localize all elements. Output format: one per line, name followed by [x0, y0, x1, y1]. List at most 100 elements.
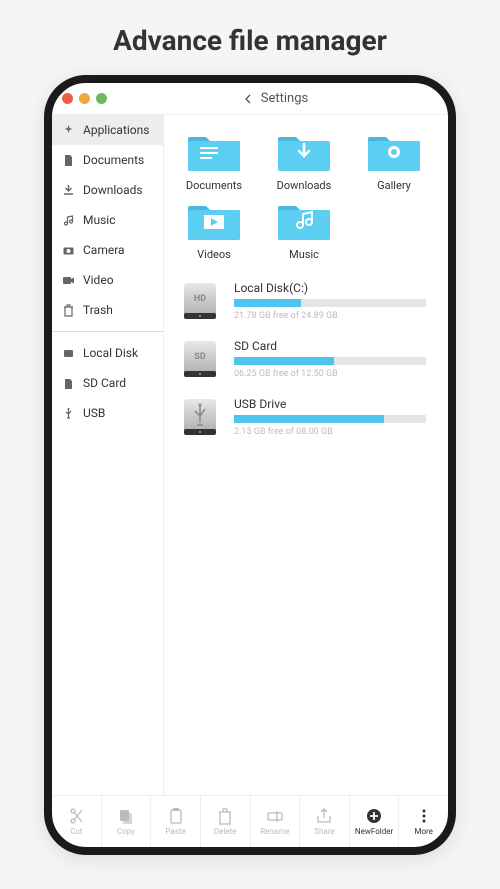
more-icon	[415, 807, 433, 825]
drive-free-text: 21.78 GB free of 24.89 GB	[234, 311, 426, 321]
folder-documents[interactable]: Documents	[172, 129, 256, 192]
sidebar-item-label: Trash	[83, 303, 113, 317]
svg-text:SD: SD	[194, 352, 206, 362]
folder-videos[interactable]: Videos	[172, 198, 256, 261]
sdcard-icon	[62, 377, 75, 390]
toolbar-more-button[interactable]: More	[399, 796, 448, 847]
drive-usage-bar	[234, 415, 426, 423]
sidebar-item-trash[interactable]: Trash	[52, 295, 163, 325]
toolbar-rename-button[interactable]: Rename	[251, 796, 301, 847]
sidebar-item-label: USB	[83, 406, 105, 420]
folder-grid: Documents Downloads Gallery Videos Music	[172, 129, 440, 261]
toolbar-cut-button[interactable]: Cut	[52, 796, 102, 847]
sidebar-item-video[interactable]: Video	[52, 265, 163, 295]
folder-music[interactable]: Music	[262, 198, 346, 261]
minimize-icon[interactable]	[79, 93, 90, 104]
folder-label: Downloads	[277, 179, 332, 192]
folder-icon	[186, 129, 242, 173]
bottom-toolbar: Cut Copy Paste Delete Rename Share NewFolder Mo…	[52, 795, 448, 847]
sidebar: Applications Documents Downloads Music Camer…	[52, 115, 164, 795]
toolbar-share-button[interactable]: Share	[300, 796, 350, 847]
back-button[interactable]: Settings	[113, 91, 438, 106]
page-title: Advance file manager	[0, 0, 500, 75]
drive-icon	[180, 395, 220, 439]
rename-icon	[266, 807, 284, 825]
close-icon[interactable]	[62, 93, 73, 104]
folder-label: Videos	[197, 248, 231, 261]
copy-icon	[117, 807, 135, 825]
cut-icon	[67, 807, 85, 825]
toolbar-label: More	[414, 827, 432, 836]
drive-sd-card[interactable]: SD SD Card 06.25 GB free of 12.50 GB	[180, 337, 440, 381]
toolbar-label: Cut	[70, 827, 82, 836]
localdisk-icon	[62, 347, 75, 360]
toolbar-newfolder-button[interactable]: NewFolder	[350, 796, 400, 847]
sidebar-item-usb[interactable]: USB	[52, 398, 163, 428]
toolbar-label: NewFolder	[355, 827, 393, 836]
folder-icon	[186, 198, 242, 242]
folder-gallery[interactable]: Gallery	[352, 129, 436, 192]
sparkle-icon	[62, 124, 75, 137]
toolbar-label: Copy	[117, 827, 135, 836]
sidebar-item-label: Downloads	[83, 183, 143, 197]
folder-icon	[276, 198, 332, 242]
drives-list: HD Local Disk(C:) 21.78 GB free of 24.89 G…	[172, 279, 440, 439]
sidebar-item-applications[interactable]: Applications	[52, 115, 163, 145]
drive-local-disk-c--[interactable]: HD Local Disk(C:) 21.78 GB free of 24.89 G…	[180, 279, 440, 323]
sidebar-item-label: Camera	[83, 243, 125, 257]
drive-info: SD Card 06.25 GB free of 12.50 GB	[234, 339, 440, 379]
sidebar-item-music[interactable]: Music	[52, 205, 163, 235]
folder-downloads[interactable]: Downloads	[262, 129, 346, 192]
svg-text:HD: HD	[194, 294, 206, 304]
drive-name: USB Drive	[234, 397, 426, 411]
toolbar-label: Delete	[214, 827, 237, 836]
music-icon	[62, 214, 75, 227]
drive-info: Local Disk(C:) 21.78 GB free of 24.89 GB	[234, 281, 440, 321]
usb-icon	[62, 407, 75, 420]
download-icon	[62, 184, 75, 197]
sidebar-item-sd-card[interactable]: SD Card	[52, 368, 163, 398]
sidebar-item-label: Video	[83, 273, 114, 287]
share-icon	[315, 807, 333, 825]
trash-icon	[62, 304, 75, 317]
camera-icon	[62, 244, 75, 257]
drive-icon: HD	[180, 279, 220, 323]
chevron-left-icon	[243, 94, 253, 104]
toolbar-paste-button[interactable]: Paste	[151, 796, 201, 847]
phone-frame: Settings Applications Documents Downloads M…	[44, 75, 456, 855]
sidebar-divider	[52, 331, 163, 332]
doc-icon	[62, 154, 75, 167]
drive-name: SD Card	[234, 339, 426, 353]
drive-icon: SD	[180, 337, 220, 381]
delete-icon	[216, 807, 234, 825]
sidebar-item-label: Documents	[83, 153, 144, 167]
drive-usage-bar	[234, 299, 426, 307]
drive-free-text: 2.15 GB free of 08.00 GB	[234, 427, 426, 437]
drive-free-text: 06.25 GB free of 12.50 GB	[234, 369, 426, 379]
video-icon	[62, 274, 75, 287]
drive-usage-bar	[234, 357, 426, 365]
drive-info: USB Drive 2.15 GB free of 08.00 GB	[234, 397, 440, 437]
toolbar-label: Paste	[165, 827, 185, 836]
folder-label: Documents	[186, 179, 242, 192]
toolbar-label: Share	[314, 827, 334, 836]
window-controls: Settings	[52, 83, 448, 115]
toolbar-delete-button[interactable]: Delete	[201, 796, 251, 847]
folder-icon	[276, 129, 332, 173]
sidebar-item-label: SD Card	[83, 376, 126, 390]
folder-icon	[366, 129, 422, 173]
toolbar-copy-button[interactable]: Copy	[102, 796, 152, 847]
drive-usb-drive[interactable]: USB Drive 2.15 GB free of 08.00 GB	[180, 395, 440, 439]
sidebar-item-documents[interactable]: Documents	[52, 145, 163, 175]
drive-name: Local Disk(C:)	[234, 281, 426, 295]
topbar-title: Settings	[261, 91, 308, 106]
maximize-icon[interactable]	[96, 93, 107, 104]
sidebar-item-label: Local Disk	[83, 346, 138, 360]
sidebar-item-camera[interactable]: Camera	[52, 235, 163, 265]
sidebar-item-downloads[interactable]: Downloads	[52, 175, 163, 205]
sidebar-item-local-disk[interactable]: Local Disk	[52, 338, 163, 368]
newfolder-icon	[365, 807, 383, 825]
toolbar-label: Rename	[260, 827, 289, 836]
main-content: Documents Downloads Gallery Videos Music HD L…	[164, 115, 448, 795]
paste-icon	[167, 807, 185, 825]
